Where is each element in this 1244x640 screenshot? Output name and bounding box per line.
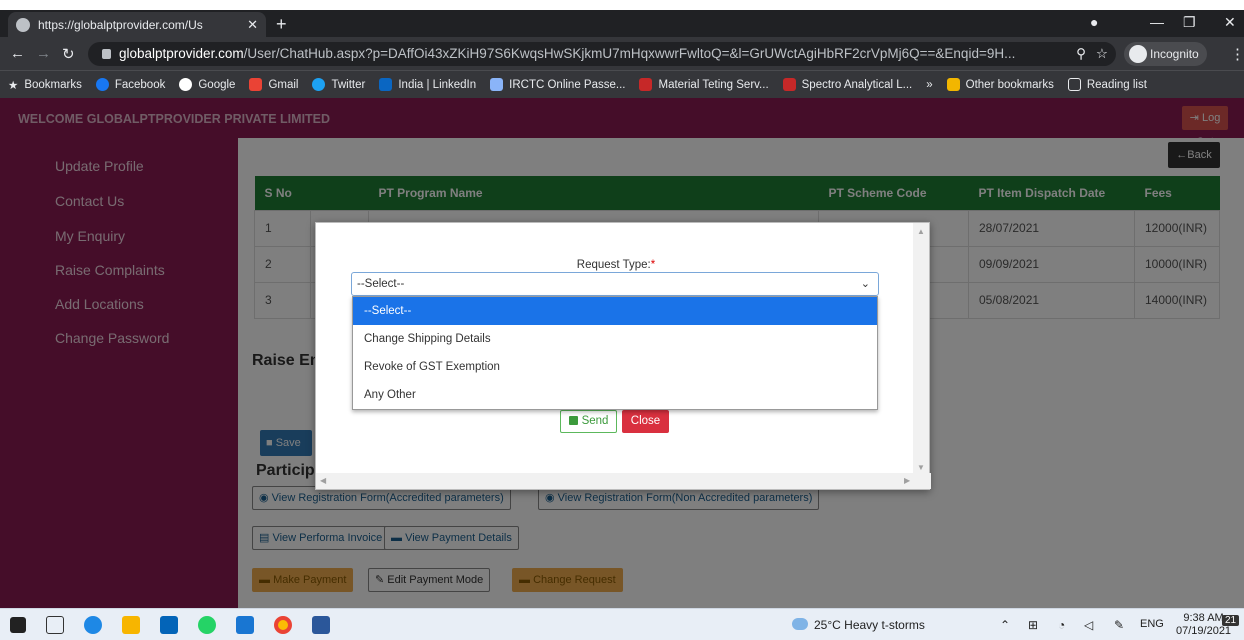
bookmark-twitter[interactable]: Twitter (312, 78, 365, 91)
windows-taskbar: 25°C Heavy t-storms ⌃ ⊞ ◔ ◁ ✎ ENG 9:38 A… (0, 608, 1244, 640)
bookmark-spectro[interactable]: Spectro Analytical L... (782, 78, 912, 91)
tab-title: https://globalptprovider.com/Us (38, 17, 203, 32)
url-path: /User/ChatHub.aspx?p=DAffOi43xZKiH97S6Kw… (243, 46, 1016, 61)
language-indicator[interactable]: ENG (1140, 618, 1164, 630)
file-explorer-icon[interactable] (122, 616, 140, 634)
option-revoke-gst[interactable]: Revoke of GST Exemption (353, 353, 877, 381)
linkedin-icon (379, 78, 393, 91)
profile-dropdown-icon[interactable]: ● (1090, 14, 1098, 30)
screen: https://globalptprovider.com/Us ✕ + ● — … (0, 0, 1244, 640)
site-icon (782, 78, 796, 91)
reading-list-icon (1067, 78, 1081, 91)
option-any-other[interactable]: Any Other (353, 381, 877, 409)
star-icon: ★ (8, 79, 19, 92)
minimize-icon[interactable]: — (1150, 14, 1164, 30)
bookmark-other[interactable]: Other bookmarks (946, 78, 1054, 91)
windows-start-icon[interactable] (10, 617, 26, 633)
chevron-down-icon: ⌄ (860, 278, 870, 290)
volume-icon[interactable]: ◁ (1084, 618, 1093, 632)
bookmark-material[interactable]: Material Teting Serv... (639, 78, 769, 91)
option-select[interactable]: --Select-- (353, 297, 877, 325)
close-button[interactable]: Close (622, 410, 669, 433)
lock-icon (568, 416, 578, 425)
back-arrow-icon[interactable]: ← (10, 45, 25, 62)
pen-icon[interactable]: ✎ (1114, 618, 1124, 632)
url-host: globalptprovider.com (119, 46, 244, 61)
outlook-icon[interactable] (160, 616, 178, 634)
bookmark-facebook[interactable]: Facebook (95, 78, 165, 91)
star-icon[interactable]: ☆ (1095, 42, 1108, 66)
edge-icon[interactable] (84, 616, 102, 634)
browser-tab-bar: https://globalptprovider.com/Us ✕ + ● — … (0, 10, 1244, 37)
twitter-icon (312, 78, 326, 91)
network-icon[interactable]: ⊞ (1028, 618, 1038, 632)
bookmark-irctc[interactable]: IRCTC Online Passe... (490, 78, 625, 91)
bookmark-google[interactable]: Google (179, 78, 235, 91)
bookmarks-overflow[interactable]: » (926, 79, 932, 91)
browser-tab[interactable]: https://globalptprovider.com/Us ✕ (8, 12, 266, 37)
close-window-icon[interactable]: ✕ (1224, 14, 1236, 31)
url-field[interactable]: globalptprovider.com/User/ChatHub.aspx?p… (88, 42, 1116, 66)
menu-dots-icon[interactable]: ⋮ (1230, 45, 1244, 63)
reload-icon[interactable]: ↻ (62, 45, 75, 63)
google-icon (179, 78, 193, 91)
facebook-icon (95, 78, 109, 91)
send-button[interactable]: Send (560, 410, 617, 433)
restore-icon[interactable]: ❐ (1183, 14, 1196, 31)
store-icon[interactable] (236, 616, 254, 634)
zoom-icon[interactable]: ⚲ (1070, 42, 1086, 66)
bookmark-star[interactable]: ★ Bookmarks (8, 78, 82, 92)
whatsapp-icon[interactable] (198, 616, 216, 634)
bookmark-gmail[interactable]: Gmail (249, 78, 298, 91)
tray-chevron-icon[interactable]: ⌃ (1000, 618, 1010, 632)
new-tab-icon[interactable]: + (276, 14, 287, 35)
bookmark-reading-list[interactable]: Reading list (1067, 78, 1147, 91)
request-type-options: --Select-- Change Shipping Details Revok… (352, 296, 878, 410)
incognito-badge[interactable]: Incognito (1124, 42, 1207, 66)
lock-icon (102, 49, 111, 59)
wifi-icon[interactable]: ◔ (1058, 618, 1065, 632)
chrome-icon[interactable] (274, 616, 292, 634)
weather-icon (792, 618, 808, 630)
address-bar-row: ← → ↻ globalptprovider.com/User/ChatHub.… (0, 37, 1244, 70)
task-view-icon[interactable] (46, 616, 64, 634)
modal-horizontal-scrollbar[interactable]: ◀ ▶ (316, 473, 931, 489)
close-tab-icon[interactable]: ✕ (247, 17, 258, 33)
modal-vertical-scrollbar[interactable]: ▲ ▼ (913, 223, 929, 475)
bookmark-linkedin[interactable]: India | LinkedIn (379, 78, 476, 91)
site-icon (639, 78, 653, 91)
word-icon[interactable] (312, 616, 330, 634)
forward-arrow-icon[interactable]: → (36, 45, 51, 62)
globe-icon (16, 17, 30, 32)
folder-icon (946, 78, 960, 91)
notification-icon[interactable]: 21 (1222, 615, 1240, 626)
irctc-icon (490, 78, 504, 91)
bookmarks-bar: ★ Bookmarks Facebook Google Gmail Twitter… (0, 70, 1244, 98)
option-change-shipping[interactable]: Change Shipping Details (353, 325, 877, 353)
request-type-select[interactable]: --Select-- ⌄ (351, 272, 879, 296)
request-type-label: Request Type:* (576, 259, 656, 271)
weather-widget[interactable]: 25°C Heavy t-storms (792, 618, 925, 632)
gmail-icon (249, 78, 263, 91)
